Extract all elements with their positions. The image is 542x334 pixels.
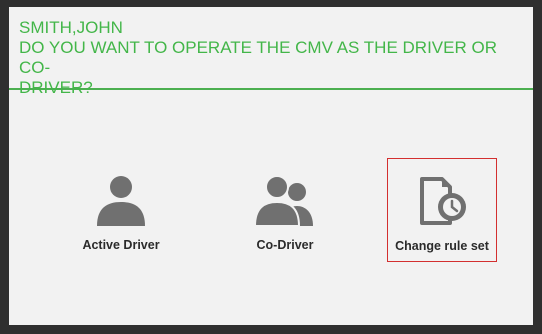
question-text-line-1: DO YOU WANT TO OPERATE THE CMV AS THE DR…: [19, 38, 497, 77]
two-persons-icon: [253, 175, 313, 227]
co-driver-button[interactable]: Co-Driver: [231, 158, 339, 262]
driver-name: SMITH,JOHN: [19, 18, 123, 37]
change-rule-set-button[interactable]: Change rule set: [387, 158, 497, 262]
dialog-header: SMITH,JOHN DO YOU WANT TO OPERATE THE CM…: [9, 7, 533, 97]
document-clock-icon: [420, 177, 466, 225]
app-window: SMITH,JOHN DO YOU WANT TO OPERATE THE CM…: [0, 0, 542, 334]
co-driver-label: Co-Driver: [256, 238, 314, 252]
change-rule-set-label: Change rule set: [395, 239, 489, 253]
active-driver-label: Active Driver: [82, 238, 160, 252]
role-options: Active Driver Co-Driver Change rule set: [9, 90, 533, 325]
person-icon: [97, 176, 145, 226]
active-driver-button[interactable]: Active Driver: [67, 158, 175, 262]
